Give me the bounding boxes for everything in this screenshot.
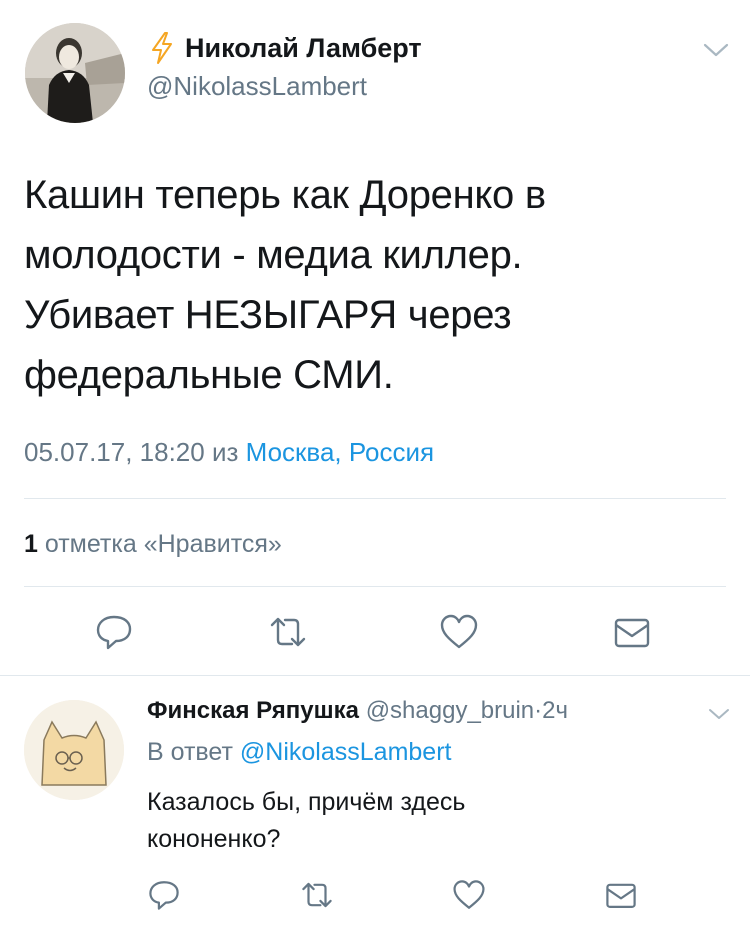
location-country-link[interactable]: Россия: [349, 437, 434, 467]
reply-to-line: В ответ @NikolassLambert: [147, 738, 451, 767]
envelope-icon[interactable]: [604, 878, 638, 912]
reply-text-line: Казалось бы, причём здесь: [147, 788, 466, 816]
likes-summary[interactable]: 1 отметка «Нравится»: [24, 530, 282, 559]
reply-author-name[interactable]: Финская Ряпушка: [147, 697, 359, 724]
location-comma: ,: [334, 437, 349, 467]
reply-to-handle-link[interactable]: @NikolassLambert: [240, 738, 452, 766]
likes-count: 1: [24, 530, 38, 558]
reply-author-handle[interactable]: @shaggy_bruin: [366, 697, 534, 724]
tweet-datetime: 05.07.17, 18:20: [24, 437, 205, 467]
reply-to-prefix: В ответ: [147, 738, 233, 766]
reply-header: Финская Ряпушка @shaggy_bruin·2ч: [147, 697, 568, 725]
author-handle[interactable]: @NikolassLambert: [147, 71, 367, 102]
chevron-down-icon[interactable]: [703, 42, 729, 58]
heart-icon[interactable]: [439, 612, 479, 652]
separator-dot: ·: [534, 697, 543, 724]
avatar-cat-drawing: [24, 700, 124, 800]
lightning-bolt-icon: [148, 31, 176, 65]
reply-author-avatar[interactable]: [24, 700, 124, 800]
location-city-link[interactable]: Москва: [246, 437, 335, 467]
reply-time: 2ч: [542, 697, 569, 724]
envelope-icon[interactable]: [612, 612, 652, 652]
retweet-icon[interactable]: [300, 878, 334, 912]
divider: [24, 586, 726, 587]
reply-text-line: кононенко?: [147, 825, 281, 853]
tweet-text-line: Кашин теперь как Доренко в: [24, 173, 546, 217]
tweet-text-line: федеральные СМИ.: [24, 353, 394, 397]
heart-icon[interactable]: [452, 878, 486, 912]
avatar-photo: [25, 23, 125, 123]
chevron-down-icon[interactable]: [708, 707, 730, 721]
tweet-text-line: Убивает НЕЗЫГАРЯ через: [24, 293, 512, 337]
likes-label: отметка «Нравится»: [44, 530, 282, 558]
from-word: из: [211, 437, 239, 467]
tweet-text: Кашин теперь как Доренко в молодости - м…: [24, 165, 714, 405]
reply-text: Казалось бы, причём здесь кононенко?: [147, 784, 627, 858]
retweet-icon[interactable]: [268, 612, 308, 652]
author-avatar[interactable]: [25, 23, 125, 123]
reply-icon[interactable]: [94, 612, 134, 652]
tweet-text-line: молодости - медиа киллер.: [24, 233, 523, 277]
reply-icon[interactable]: [147, 878, 181, 912]
divider: [0, 675, 750, 676]
author-name[interactable]: Николай Ламберт: [185, 33, 422, 64]
divider: [24, 498, 726, 499]
tweet-meta: 05.07.17, 18:20 из Москва, Россия: [24, 437, 434, 468]
